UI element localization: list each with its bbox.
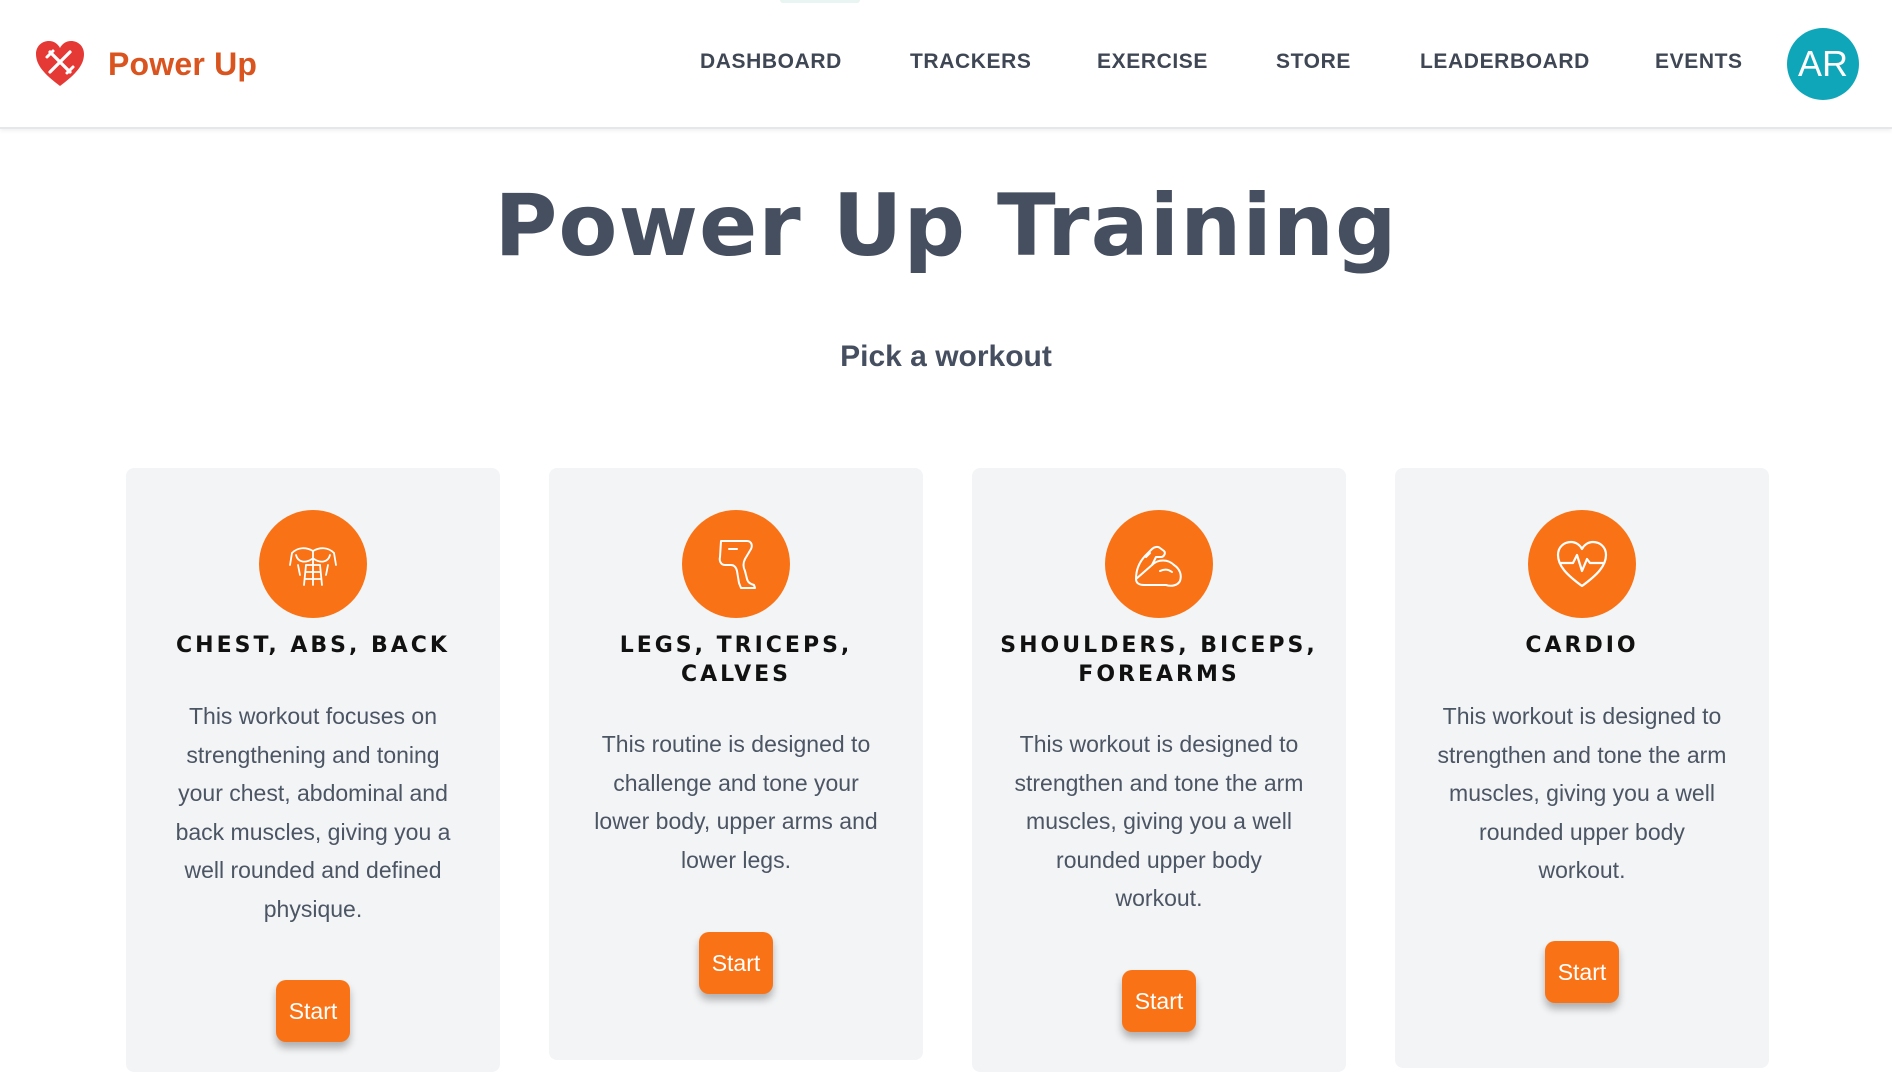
workout-card-cardio: CARDIO This workout is designed to stren…: [1395, 468, 1769, 1068]
start-button[interactable]: Start: [699, 932, 773, 994]
workout-description: This workout is designed to strengthen a…: [1437, 703, 1727, 883]
workout-icon-badge: [1528, 510, 1636, 618]
workout-description: This routine is designed to challenge an…: [594, 731, 878, 873]
workout-description: This workout focuses on strengthening an…: [175, 703, 451, 922]
workout-title: CARDIO: [1525, 633, 1639, 658]
start-button[interactable]: Start: [276, 980, 350, 1042]
start-button[interactable]: Start: [1545, 941, 1619, 1003]
workout-title: CHEST, ABS, BACK: [176, 633, 450, 658]
page-title: Power Up Training: [494, 176, 1398, 276]
leg-icon: [718, 540, 756, 589]
workout-icon-badge: [1105, 510, 1213, 618]
top-navbar: Power Up DASHBOARD TRACKERS EXERCISE STO…: [0, 0, 1892, 129]
nav-store[interactable]: STORE: [1276, 50, 1351, 74]
torso-muscles-icon: [289, 547, 337, 586]
workout-icon-badge: [259, 510, 367, 618]
workout-title: LEGS, TRICEPS, CALVES: [619, 633, 853, 687]
workout-card-shoulders-biceps-forearms: SHOULDERS, BICEPS, FOREARMS This workout…: [972, 468, 1346, 1072]
workout-title: SHOULDERS, BICEPS, FOREARMS: [1000, 633, 1318, 687]
start-button[interactable]: Start: [1122, 970, 1196, 1032]
workout-icon-badge: [682, 510, 790, 618]
header-accent-bar: [780, 0, 860, 3]
flexed-bicep-icon: [1135, 545, 1182, 587]
workout-description: This workout is designed to strengthen a…: [1014, 731, 1304, 911]
nav-exercise[interactable]: EXERCISE: [1097, 50, 1208, 74]
page-subtitle: Pick a workout: [840, 340, 1052, 373]
nav-trackers[interactable]: TRACKERS: [910, 50, 1031, 74]
heart-pulse-icon: [1556, 540, 1608, 588]
workout-card-legs-triceps-calves: LEGS, TRICEPS, CALVES This routine is de…: [549, 468, 923, 1060]
workout-card-chest-abs-back: CHEST, ABS, BACK This workout focuses on…: [126, 468, 500, 1072]
nav-leaderboard[interactable]: LEADERBOARD: [1420, 50, 1590, 74]
user-avatar[interactable]: AR: [1787, 28, 1859, 100]
main-nav: DASHBOARD TRACKERS EXERCISE STORE LEADER…: [0, 50, 1892, 80]
nav-dashboard[interactable]: DASHBOARD: [700, 50, 842, 74]
nav-events[interactable]: EVENTS: [1655, 50, 1743, 74]
